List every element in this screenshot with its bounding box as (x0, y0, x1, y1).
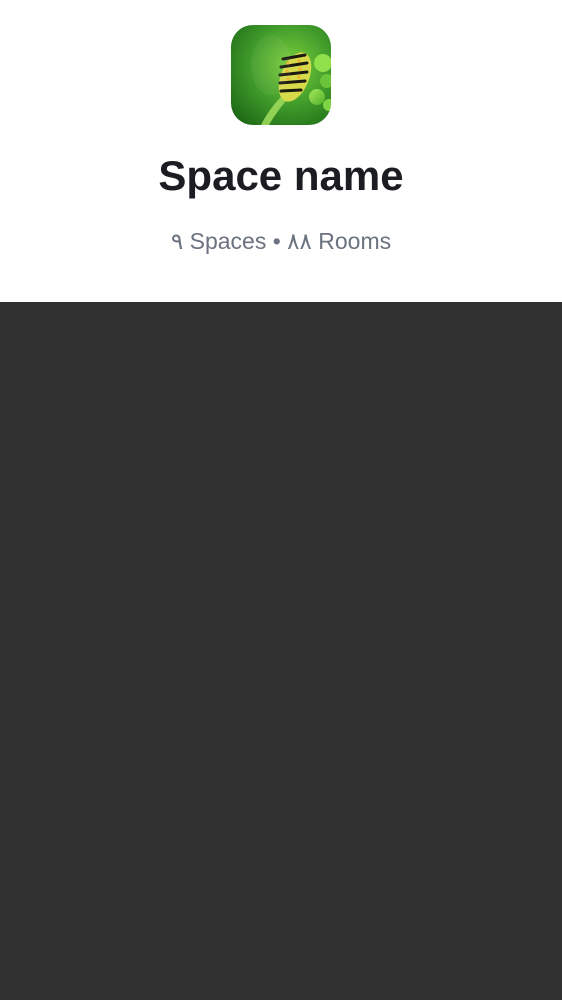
space-name: Space name (158, 152, 404, 199)
spaces-label: Spaces (189, 228, 267, 254)
space-avatar (231, 25, 331, 125)
caterpillar-photo-icon (231, 25, 331, 125)
space-stats: ۹ Spaces • ۸۸ Rooms (0, 226, 562, 256)
rooms-count: ۸۸ (287, 228, 312, 254)
spaces-count: ۹ (170, 228, 184, 254)
stats-separator: • (272, 228, 281, 254)
rooms-label: Rooms (318, 228, 392, 254)
content-area (0, 302, 562, 1000)
space-header: Space name ۹ Spaces • ۸۸ Rooms (0, 0, 562, 302)
